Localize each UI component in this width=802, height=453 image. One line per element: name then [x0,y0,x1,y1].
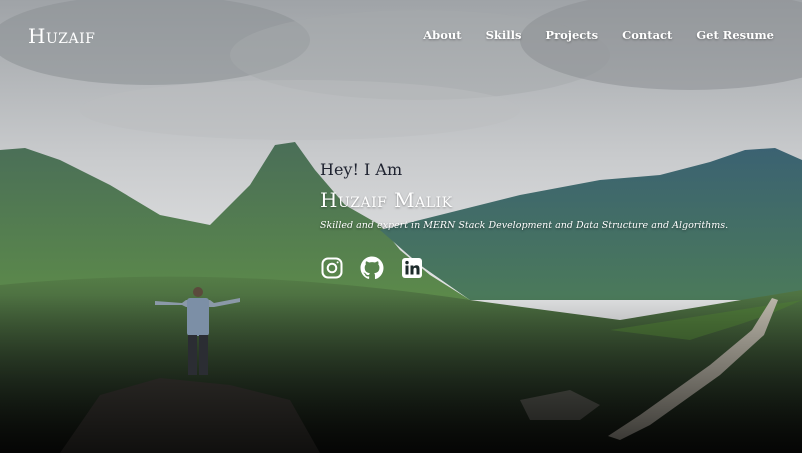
brand-logo[interactable]: Huzaif [28,24,95,48]
greeting-text: Hey! I Am [320,160,403,179]
github-icon[interactable] [360,256,384,280]
nav-get-resume[interactable]: Get Resume [696,28,774,42]
hero-name: Huzaif Malik [320,188,453,212]
hero-section: Huzaif About Skills Projects Contact Get… [0,0,802,453]
nav-skills[interactable]: Skills [486,28,522,42]
instagram-icon[interactable] [320,256,344,280]
main-nav: About Skills Projects Contact Get Resume [423,28,774,42]
hero-tagline: Skilled and expert in MERN Stack Develop… [320,220,729,231]
nav-projects[interactable]: Projects [545,28,598,42]
nav-about[interactable]: About [423,28,461,42]
nav-contact[interactable]: Contact [622,28,672,42]
social-links [320,256,728,280]
linkedin-icon[interactable] [400,256,424,280]
hero-intro: Hey! I Am Huzaif Malik Skilled and exper… [320,160,728,280]
